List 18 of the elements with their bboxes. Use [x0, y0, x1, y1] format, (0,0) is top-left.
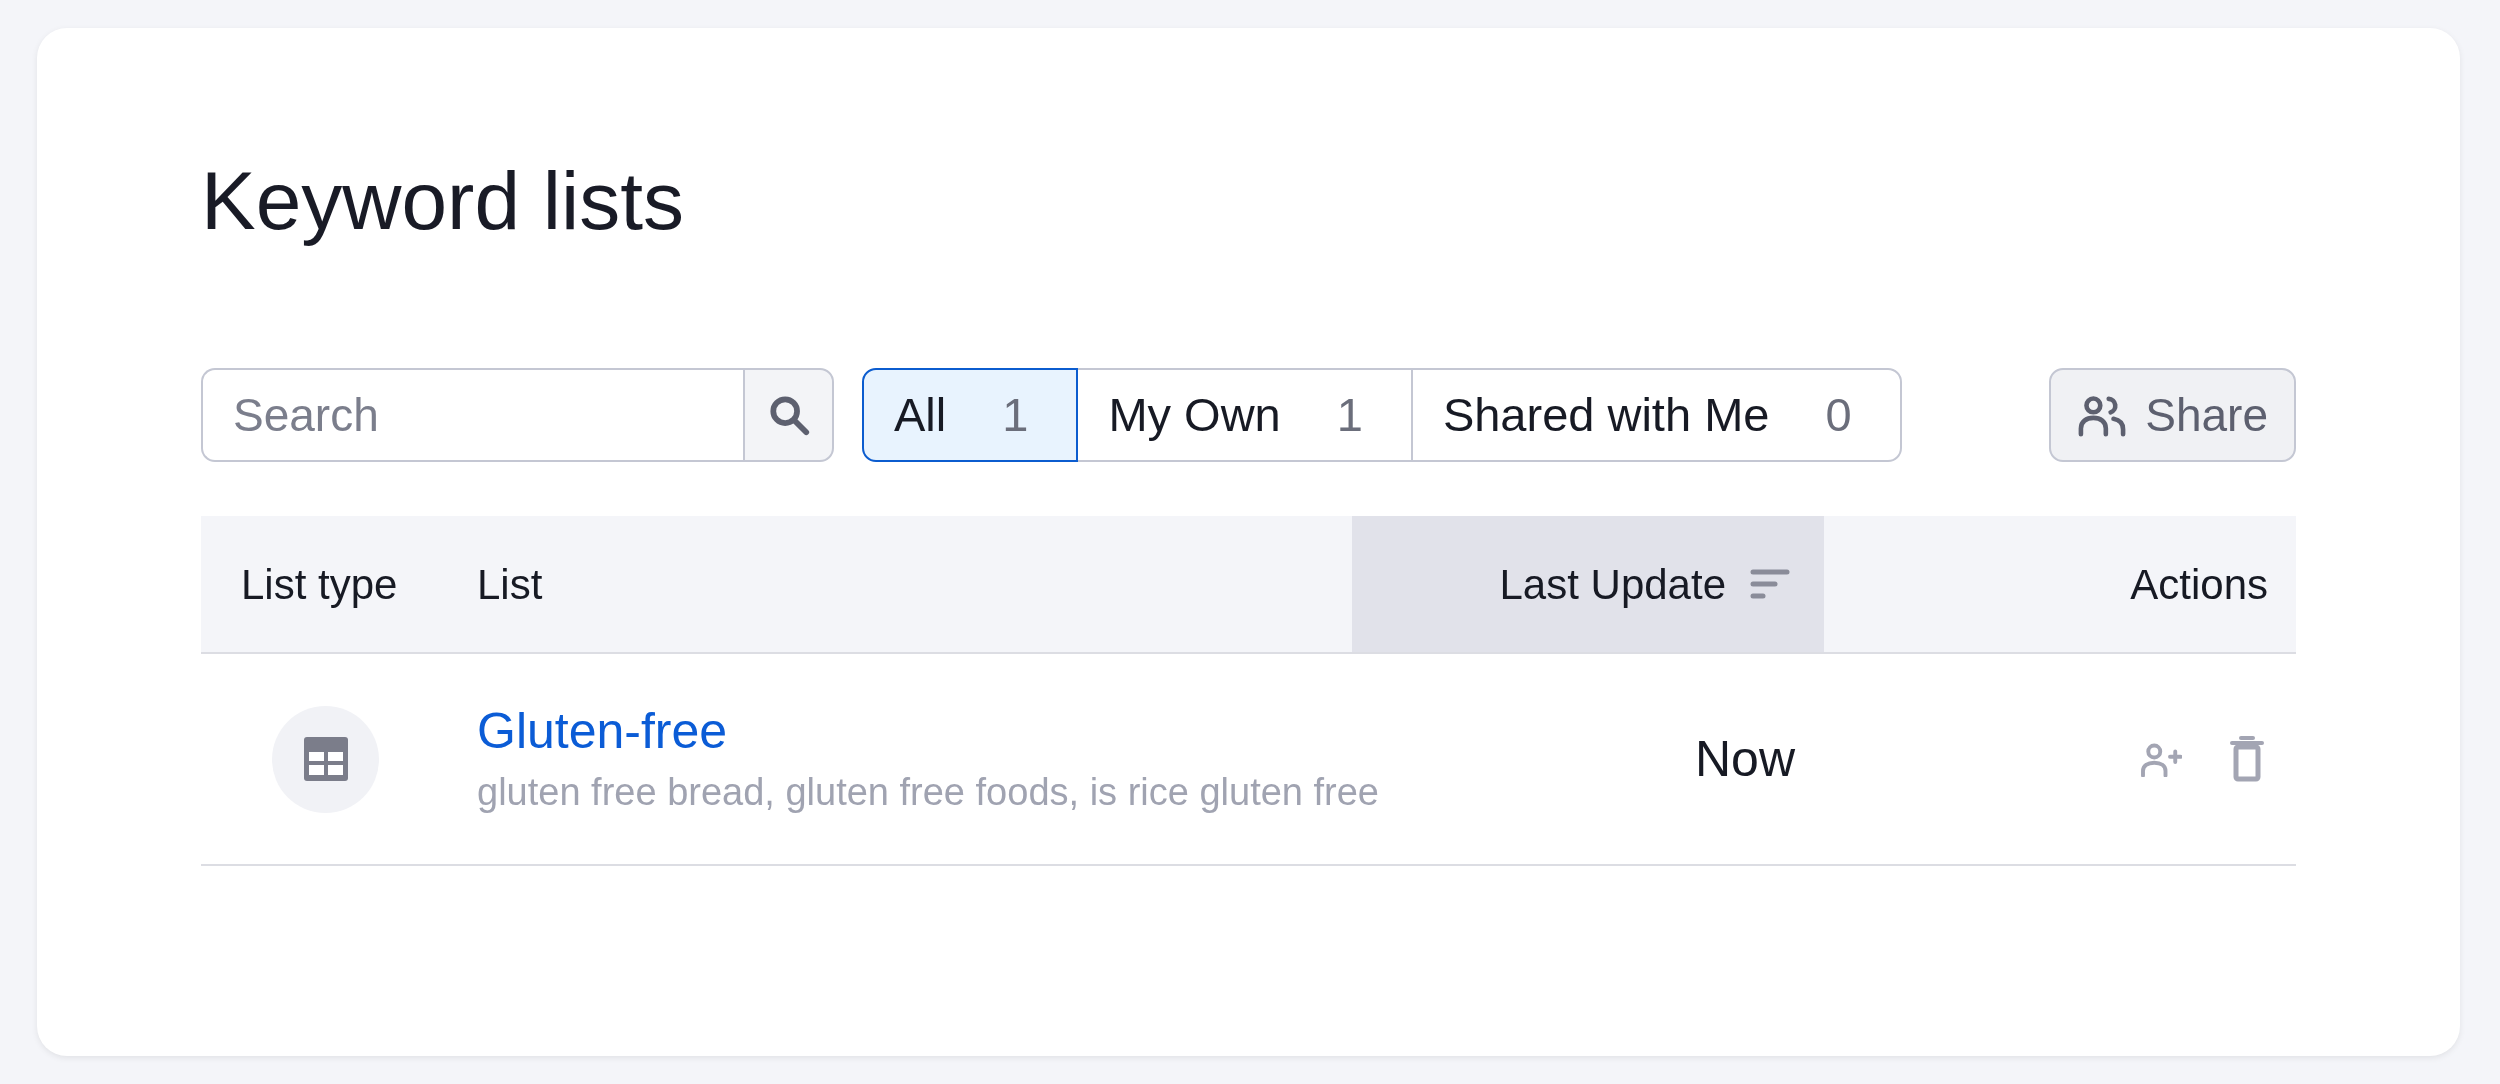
table-icon — [303, 737, 348, 781]
list-keywords: gluten free bread, gluten free foods, is rice gluten free — [477, 770, 1379, 815]
list-name-link[interactable]: Gluten-free — [477, 703, 728, 759]
column-header: Actions — [2130, 559, 2268, 610]
sorted-column-header[interactable]: Last Update — [1352, 516, 1824, 652]
trash-icon[interactable] — [2230, 736, 2264, 782]
page-title: Keyword lists — [201, 154, 685, 248]
filter-tab[interactable]: All 1 — [862, 368, 1079, 462]
sort-icon — [1750, 568, 1790, 600]
share-button[interactable]: Share — [2049, 368, 2296, 462]
filter-tab[interactable]: My Own 1 — [1076, 368, 1413, 462]
last-update-text: Now — [1694, 729, 1795, 789]
column-header: List type — [241, 559, 398, 610]
search-button[interactable] — [743, 368, 834, 462]
person-plus-icon[interactable] — [2140, 741, 2182, 777]
filter-tab[interactable]: Shared with Me 0 — [1410, 368, 1902, 462]
column-header: List — [477, 559, 543, 610]
search-field[interactable]: Search — [201, 368, 743, 462]
